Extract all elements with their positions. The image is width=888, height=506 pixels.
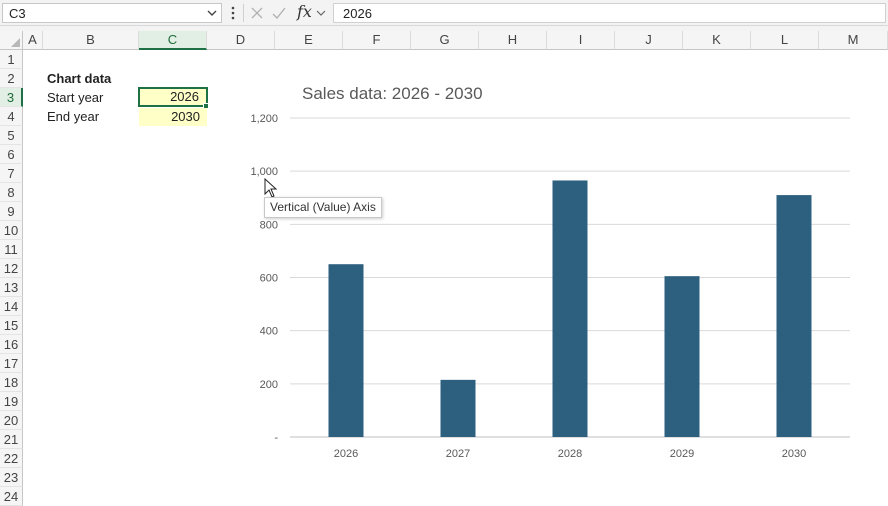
formula-input[interactable]: 2026 <box>333 3 886 23</box>
column-header-c[interactable]: C <box>139 31 207 50</box>
row-header-3[interactable]: 3 <box>0 88 23 107</box>
column-header-h[interactable]: H <box>479 31 547 50</box>
row-header-2[interactable]: 2 <box>0 69 23 88</box>
bar-2029[interactable] <box>664 276 700 437</box>
column-header-e[interactable]: E <box>275 31 343 50</box>
name-box-value: C3 <box>9 6 26 21</box>
y-tick-label[interactable]: 1,200 <box>250 113 278 125</box>
axis-tooltip: Vertical (Value) Axis <box>264 197 382 218</box>
column-header-b[interactable]: B <box>43 31 139 50</box>
row-header-12[interactable]: 12 <box>0 259 23 278</box>
y-tick-label[interactable]: 400 <box>260 326 278 338</box>
select-all-corner[interactable] <box>0 31 23 50</box>
y-tick-label[interactable]: - <box>274 432 278 444</box>
cell-b2[interactable]: Chart data <box>47 69 139 88</box>
row-header-14[interactable]: 14 <box>0 297 23 316</box>
y-tick-label[interactable]: 600 <box>260 273 278 285</box>
y-tick-label[interactable]: 200 <box>260 379 278 391</box>
row-header-9[interactable]: 9 <box>0 202 23 221</box>
row-header-7[interactable]: 7 <box>0 164 23 183</box>
row-header-8[interactable]: 8 <box>0 183 23 202</box>
chevron-down-icon[interactable] <box>205 6 219 20</box>
row-header-16[interactable]: 16 <box>0 335 23 354</box>
formula-bar-divider <box>243 4 244 22</box>
enter-check-icon[interactable] <box>272 6 286 20</box>
cell-c4[interactable]: 2030 <box>139 108 207 126</box>
row-header-5[interactable]: 5 <box>0 126 23 145</box>
x-tick-label[interactable]: 2026 <box>334 448 358 460</box>
chart-plot[interactable]: - 200 400 600 800 1,000 1,200 2026 2027 2028 2029 2… <box>246 76 866 466</box>
chevron-down-icon[interactable] <box>316 8 326 18</box>
bar-2030[interactable] <box>776 195 812 437</box>
y-tick-label[interactable]: 800 <box>260 219 278 231</box>
row-header-15[interactable]: 15 <box>0 316 23 335</box>
bar-2027[interactable] <box>440 379 476 437</box>
row-header-24[interactable]: 24 <box>0 487 23 506</box>
row-header-13[interactable]: 13 <box>0 278 23 297</box>
row-header-17[interactable]: 17 <box>0 354 23 373</box>
x-tick-label[interactable]: 2029 <box>670 448 694 460</box>
row-header-22[interactable]: 22 <box>0 449 23 468</box>
x-tick-label[interactable]: 2027 <box>446 448 470 460</box>
cancel-icon[interactable] <box>250 6 264 20</box>
column-header-l[interactable]: L <box>751 31 819 50</box>
sales-chart[interactable]: Sales data: 2026 - 2030 -200 400 600 800 1,0… <box>246 76 866 466</box>
bar-2028[interactable] <box>552 180 588 437</box>
insert-function-button[interactable]: fx <box>297 2 312 21</box>
row-header-4[interactable]: 4 <box>0 107 23 126</box>
more-options-icon[interactable] <box>229 5 237 21</box>
row-header-11[interactable]: 11 <box>0 240 23 259</box>
x-tick-label[interactable]: 2030 <box>782 448 806 460</box>
select-all-icon <box>11 38 20 47</box>
column-header-g[interactable]: G <box>411 31 479 50</box>
row-header-21[interactable]: 21 <box>0 430 23 449</box>
column-header-f[interactable]: F <box>343 31 411 50</box>
column-header-m[interactable]: M <box>819 31 888 50</box>
row-header-18[interactable]: 18 <box>0 373 23 392</box>
column-header-j[interactable]: J <box>615 31 683 50</box>
cell-b4[interactable]: End year <box>47 107 139 126</box>
row-header-10[interactable]: 10 <box>0 221 23 240</box>
row-header-23[interactable]: 23 <box>0 468 23 487</box>
y-tick-label[interactable]: 1,000 <box>250 166 278 178</box>
cell-c3[interactable]: 2026 <box>138 87 208 107</box>
row-header-19[interactable]: 19 <box>0 392 23 411</box>
row-header-1[interactable]: 1 <box>0 50 23 69</box>
column-header-a[interactable]: A <box>23 31 43 50</box>
mouse-pointer-icon <box>264 178 278 198</box>
x-tick-label[interactable]: 2028 <box>558 448 582 460</box>
cell-b3[interactable]: Start year <box>47 88 139 107</box>
row-header-20[interactable]: 20 <box>0 411 23 430</box>
name-box[interactable]: C3 <box>2 3 222 23</box>
column-header-i[interactable]: I <box>547 31 615 50</box>
formula-bar: C3 fx 2026 <box>0 0 888 26</box>
bar-2026[interactable] <box>328 264 364 437</box>
formula-input-value: 2026 <box>343 6 372 21</box>
row-header-6[interactable]: 6 <box>0 145 23 164</box>
column-header-k[interactable]: K <box>683 31 751 50</box>
column-header-d[interactable]: D <box>207 31 275 50</box>
